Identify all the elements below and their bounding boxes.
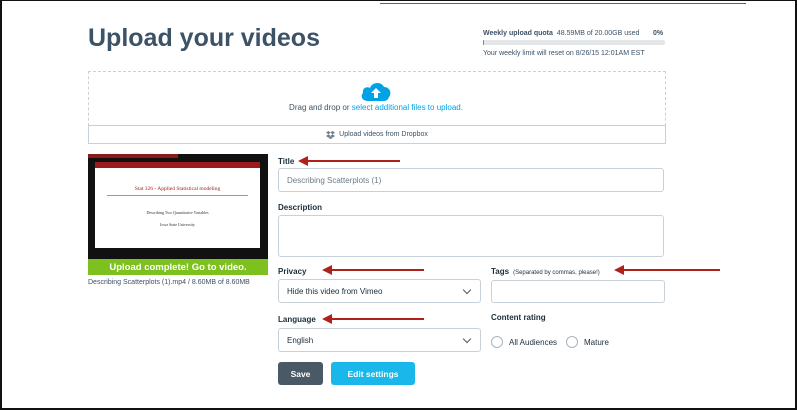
slide-institution: Iowa State University [160,222,195,227]
quota-label: Weekly upload quota [483,30,553,37]
language-value: English [287,335,314,345]
edit-settings-button[interactable]: Edit settings [331,362,415,385]
quota-reset-text: Your weekly limit will reset on 8/26/15 … [483,50,645,57]
dropzone-prefix: Drag and drop or [289,103,350,112]
tags-input[interactable] [491,280,665,303]
privacy-label: Privacy [278,267,307,276]
quota-progress-fill [483,40,484,45]
slide-subtitle: Describing Two Quantitative Variables [146,210,209,215]
cropped-link-underline [380,0,746,4]
radio-mature[interactable] [566,336,578,348]
description-textarea[interactable] [278,215,664,257]
title-label: Title [278,157,295,166]
slide-header-bar [95,162,260,168]
radio-all-audiences[interactable] [491,336,503,348]
tags-label: Tags (Separated by commas, please!) [491,267,600,276]
upload-cloud-icon [361,82,391,101]
rating-all-audiences[interactable]: All Audiences [491,336,557,348]
upload-complete-link[interactable]: Upload complete! Go to video. [88,259,268,275]
screenshot-border-left [0,0,2,410]
thumbnail-footer [88,252,268,259]
slide-preview: Stat 326 - Applied Statistical modeling … [95,162,260,248]
chevron-down-icon [462,334,472,343]
chevron-down-icon [462,285,472,294]
dropzone-instructions: Drag and drop or select additional files… [88,103,664,112]
privacy-select[interactable]: Hide this video from Vimeo [278,279,481,303]
upload-from-dropbox-button[interactable]: Upload videos from Dropbox [88,125,666,144]
slide-title: Stat 326 - Applied Statistical modeling [134,186,221,192]
tags-label-text: Tags [491,267,510,276]
description-label: Description [278,203,323,212]
rating-option-label: All Audiences [509,337,558,347]
content-rating-label: Content rating [491,313,546,322]
file-info: Describing Scatterplots (1).mp4 / 8.60MB… [88,279,250,286]
dropbox-label: Upload videos from Dropbox [339,131,428,138]
language-label: Language [278,315,316,324]
thumbnail-progress-strip [88,154,178,158]
rating-option-label: Mature [584,337,609,347]
save-button[interactable]: Save [278,362,323,385]
dropbox-icon [326,130,336,139]
page-title: Upload your videos [88,24,320,52]
rating-mature[interactable]: Mature [566,336,609,348]
title-input[interactable]: Describing Scatterplots (1) [278,168,664,192]
select-files-link[interactable]: select additional files to upload. [352,103,463,112]
video-thumbnail[interactable]: Stat 326 - Applied Statistical modeling … [88,154,268,259]
quota-percent: 0% [653,30,664,37]
quota-used: 48.59MB of 20.00GB used [556,30,640,37]
slide-divider [107,195,248,196]
tags-hint: (Separated by commas, please!) [513,270,600,276]
privacy-value: Hide this video from Vimeo [287,286,383,296]
language-select[interactable]: English [278,328,481,352]
quota-progress-bar [483,40,665,45]
quota-summary: Weekly upload quota 48.59MB of 20.00GB us… [483,30,663,37]
